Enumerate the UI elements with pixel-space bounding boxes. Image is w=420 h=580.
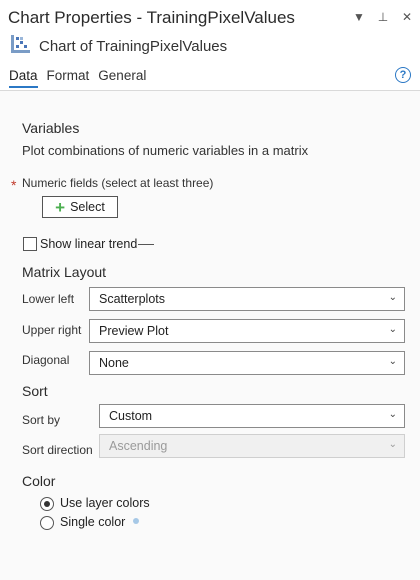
select-fields-button[interactable]: + Select: [42, 196, 118, 218]
variables-description: Plot combinations of numeric variables i…: [22, 143, 309, 158]
sort-by-value: Custom: [109, 409, 153, 423]
plus-icon: +: [55, 197, 66, 217]
select-button-label: Select: [70, 200, 105, 214]
upper-right-label: Upper right: [22, 323, 82, 337]
single-color-radio[interactable]: [40, 516, 54, 530]
diagonal-value: None: [99, 356, 129, 370]
sort-direction-label: Sort direction: [22, 443, 93, 457]
trend-line-swatch: [138, 244, 154, 245]
sort-direction-dropdown[interactable]: Ascending ⌄: [99, 434, 405, 458]
sort-by-dropdown[interactable]: Custom ⌄: [99, 404, 405, 428]
chevron-down-icon: ⌄: [388, 292, 397, 303]
lower-left-label: Lower left: [22, 292, 75, 306]
chart-subtitle-row: Chart of TrainingPixelValues: [10, 34, 227, 59]
sort-heading: Sort: [22, 383, 48, 399]
single-color-label[interactable]: Single color: [60, 515, 125, 529]
tab-bar: Data Format General: [9, 68, 146, 88]
help-icon[interactable]: ?: [395, 67, 411, 83]
pane-header: Chart Properties - TrainingPixelValues ▼…: [0, 0, 420, 60]
chevron-down-icon: ⌄: [388, 356, 397, 367]
chart-subtitle: Chart of TrainingPixelValues: [39, 38, 228, 55]
use-layer-colors-label[interactable]: Use layer colors: [60, 496, 150, 510]
show-linear-trend-checkbox[interactable]: [23, 237, 37, 251]
chevron-down-icon: ⌄: [388, 324, 397, 335]
pane-title: Chart Properties - TrainingPixelValues: [8, 8, 295, 27]
close-icon[interactable]: ✕: [400, 10, 414, 24]
upper-right-value: Preview Plot: [99, 324, 169, 338]
pin-icon[interactable]: ⊥: [376, 10, 390, 24]
tab-general[interactable]: General: [98, 68, 146, 88]
matrix-layout-heading: Matrix Layout: [22, 264, 107, 280]
lower-left-value: Scatterplots: [99, 292, 166, 306]
chevron-down-icon[interactable]: ▼: [352, 10, 366, 24]
sort-by-label: Sort by: [22, 413, 61, 427]
single-color-swatch[interactable]: [133, 518, 139, 524]
scatter-matrix-icon: [10, 34, 31, 59]
numeric-fields-label: Numeric fields (select at least three): [22, 176, 214, 190]
chevron-down-icon: ⌄: [388, 439, 397, 450]
header-icons: ▼ ⊥ ✕: [352, 10, 414, 24]
use-layer-colors-radio[interactable]: [40, 497, 54, 511]
diagonal-dropdown[interactable]: None ⌄: [89, 351, 405, 375]
required-marker: *: [11, 177, 17, 193]
variables-heading: Variables: [22, 120, 80, 136]
diagonal-label: Diagonal: [22, 353, 70, 367]
tab-data[interactable]: Data: [9, 68, 38, 88]
chevron-down-icon: ⌄: [388, 409, 397, 420]
color-heading: Color: [22, 473, 56, 489]
show-linear-trend-label[interactable]: Show linear trend: [40, 237, 137, 251]
upper-right-dropdown[interactable]: Preview Plot ⌄: [89, 319, 405, 343]
chart-properties-pane: Chart Properties - TrainingPixelValues ▼…: [0, 0, 420, 580]
lower-left-dropdown[interactable]: Scatterplots ⌄: [89, 287, 405, 311]
tab-format[interactable]: Format: [47, 68, 90, 88]
sort-direction-value: Ascending: [109, 439, 168, 453]
